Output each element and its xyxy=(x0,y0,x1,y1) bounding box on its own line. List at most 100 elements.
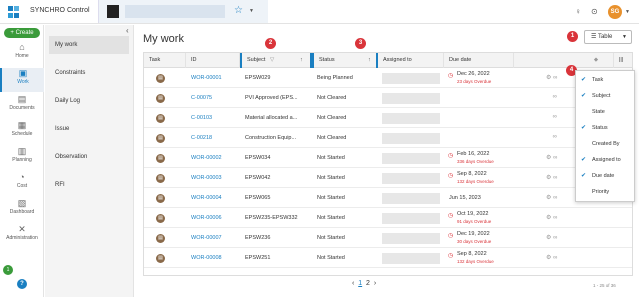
column-option[interactable]: ✔ Due date xyxy=(576,168,636,184)
column-option[interactable]: Priority xyxy=(576,184,636,200)
nav-item-documents[interactable]: ▤ Documents xyxy=(0,94,44,118)
link-icon[interactable]: ∞ xyxy=(553,175,557,181)
row-id-link[interactable]: C-00218 xyxy=(186,129,240,148)
link-icon[interactable]: ∞ xyxy=(553,155,557,161)
overdue-label: 30 days Overdue xyxy=(457,239,492,244)
header-task[interactable]: Task xyxy=(144,53,186,68)
link-icon[interactable]: ∞ xyxy=(553,114,557,120)
work-icon: ▣ xyxy=(18,68,28,78)
subnav-item[interactable]: Daily Log xyxy=(49,92,129,110)
gear-icon[interactable]: ⚙ xyxy=(546,75,551,81)
nav-item-administration[interactable]: ✕ Administration xyxy=(0,224,44,248)
nav-item-work[interactable]: ▣ Work xyxy=(0,68,44,92)
header-subject[interactable]: Subject ▽ ↑ xyxy=(240,53,312,68)
check-icon: ✔ xyxy=(581,77,587,83)
row-id-link[interactable]: C-00075 xyxy=(186,89,240,108)
link-icon[interactable]: ∞ xyxy=(553,235,557,241)
help-circle-icon[interactable]: ⊙ xyxy=(591,7,598,16)
row-actions: ⚙ ∞ xyxy=(546,154,557,161)
table-row[interactable]: ▤ WOR-00004 EPSW065 Not Started Jun 15, 2023… xyxy=(144,189,632,208)
row-id-link[interactable]: WOR-00002 xyxy=(186,149,240,168)
prev-page-button[interactable]: ‹ xyxy=(352,280,354,287)
subnav-item[interactable]: My work xyxy=(49,36,129,54)
column-option[interactable]: ✔ Task xyxy=(576,72,636,88)
nav-item-schedule[interactable]: ▦ Schedule xyxy=(0,120,44,144)
header-id[interactable]: ID xyxy=(186,53,240,68)
next-page-button[interactable]: › xyxy=(374,280,376,287)
gear-icon[interactable]: ⚙ xyxy=(546,195,551,201)
subnav-item[interactable]: RFI xyxy=(49,176,129,194)
header-status[interactable]: Status ↑ xyxy=(312,53,378,68)
gear-icon[interactable]: ⚙ xyxy=(546,235,551,241)
column-picker-icon[interactable]: ||| xyxy=(614,53,632,68)
gear-icon[interactable]: ⚙ xyxy=(546,155,551,161)
table-row[interactable]: ▤ C-00103 Material allocated a... Not Clear… xyxy=(144,109,632,128)
column-option-label: Status xyxy=(592,125,608,131)
dashboard-icon: ▧ xyxy=(17,198,27,208)
row-id-link[interactable]: WOR-00004 xyxy=(186,189,240,208)
notification-badge[interactable]: 1 xyxy=(3,265,13,275)
column-option[interactable]: Created By xyxy=(576,136,636,152)
row-id-link[interactable]: WOR-00006 xyxy=(186,209,240,228)
row-assignee-redacted xyxy=(382,253,440,264)
gear-icon[interactable]: ⚙ xyxy=(546,215,551,221)
star-icon[interactable]: ☆ xyxy=(234,5,243,16)
help-icon[interactable]: ? xyxy=(17,279,27,289)
sort-arrow-icon[interactable]: ↑ xyxy=(368,53,371,68)
row-status: Not Started xyxy=(317,175,345,181)
avatar[interactable]: SG xyxy=(608,5,622,19)
table-row[interactable]: ▤ WOR-00006 EPSW235-EPSW332 Not Started ◷ Oct… xyxy=(144,209,632,228)
chevron-down-icon[interactable]: ▼ xyxy=(249,8,254,14)
collapse-chevron-icon[interactable]: ‹ xyxy=(126,26,129,35)
column-option[interactable]: ✔ Subject xyxy=(576,88,636,104)
header-assigned[interactable]: Assigned to xyxy=(378,53,444,68)
row-status: Not Cleared xyxy=(317,115,347,121)
link-icon[interactable]: ∞ xyxy=(553,195,557,201)
row-due-date: Oct 19, 2022 91 days Overdue xyxy=(457,211,492,224)
filter-icon[interactable]: ▽ xyxy=(270,53,274,68)
page-1-link[interactable]: 1 xyxy=(358,280,362,287)
table-row[interactable]: ▤ WOR-00008 EPSW251 Not Started ◷ Sep 8, 2022… xyxy=(144,249,632,268)
work-table: Task ID Subject ▽ ↑ Status ↑ Assigned to… xyxy=(143,52,633,276)
subnav-item[interactable]: Constraints xyxy=(49,64,129,82)
subnav-item[interactable]: Issue xyxy=(49,120,129,138)
link-icon[interactable]: ∞ xyxy=(553,134,557,140)
header-due-date[interactable]: Due date xyxy=(444,53,514,68)
header-comments-icon[interactable]: ◆ xyxy=(514,53,614,68)
nav-item-cost[interactable]: ◔ Cost xyxy=(0,172,44,196)
row-assignee-redacted xyxy=(382,213,440,224)
create-button[interactable]: + Create xyxy=(4,28,40,38)
schedule-icon: ▦ xyxy=(17,120,27,130)
nav-item-home[interactable]: ⌂ Home xyxy=(0,42,44,66)
column-option[interactable]: State xyxy=(576,104,636,120)
link-icon[interactable]: ∞ xyxy=(553,94,557,100)
link-icon[interactable]: ∞ xyxy=(553,215,557,221)
overdue-label: 132 days Overdue xyxy=(457,179,494,184)
column-option[interactable]: ✔ Status xyxy=(576,120,636,136)
row-id-link[interactable]: WOR-00008 xyxy=(186,249,240,268)
row-id-link[interactable]: WOR-00003 xyxy=(186,169,240,188)
row-id-link[interactable]: WOR-00001 xyxy=(186,69,240,88)
table-row[interactable]: ▤ WOR-00002 EPSW034 Not Started ◷ Feb 16, 202… xyxy=(144,149,632,168)
link-icon[interactable]: ∞ xyxy=(553,255,557,261)
table-row[interactable]: ▤ C-00218 Construction Equip... Not Cleared… xyxy=(144,129,632,148)
table-row[interactable]: ▤ WOR-00003 EPSW042 Not Started ◷ Sep 8, 2022… xyxy=(144,169,632,188)
subnav-item[interactable]: Observation xyxy=(49,148,129,166)
nav-item-planning[interactable]: ▥ Planning xyxy=(0,146,44,170)
table-row[interactable]: ▤ C-00075 PVI Approved (EPS... Not Cleared … xyxy=(144,89,632,108)
sort-arrow-icon[interactable]: ↑ xyxy=(300,53,303,68)
nav-item-dashboard[interactable]: ▧ Dashboard xyxy=(0,198,44,222)
row-id-link[interactable]: C-00103 xyxy=(186,109,240,128)
column-option[interactable]: ✔ Assigned to xyxy=(576,152,636,168)
gear-icon[interactable]: ⚙ xyxy=(546,175,551,181)
project-selector[interactable]: ☆ ▼ xyxy=(98,0,268,23)
table-row[interactable]: ▤ WOR-00007 EPSW236 Not Started ◷ Dec 19, 202… xyxy=(144,229,632,248)
view-mode-button[interactable]: ☰ Table ▼ xyxy=(584,30,632,44)
avatar-chevron-icon[interactable]: ▼ xyxy=(625,9,630,15)
table-row[interactable]: ▤ WOR-00001 EPSW029 Being Planned ◷ Dec 26, 2… xyxy=(144,69,632,88)
page-2-link[interactable]: 2 xyxy=(366,280,370,287)
lightbulb-icon[interactable]: ♀ xyxy=(575,7,581,16)
link-icon[interactable]: ∞ xyxy=(553,75,557,81)
gear-icon[interactable]: ⚙ xyxy=(546,255,551,261)
row-id-link[interactable]: WOR-00007 xyxy=(186,229,240,248)
